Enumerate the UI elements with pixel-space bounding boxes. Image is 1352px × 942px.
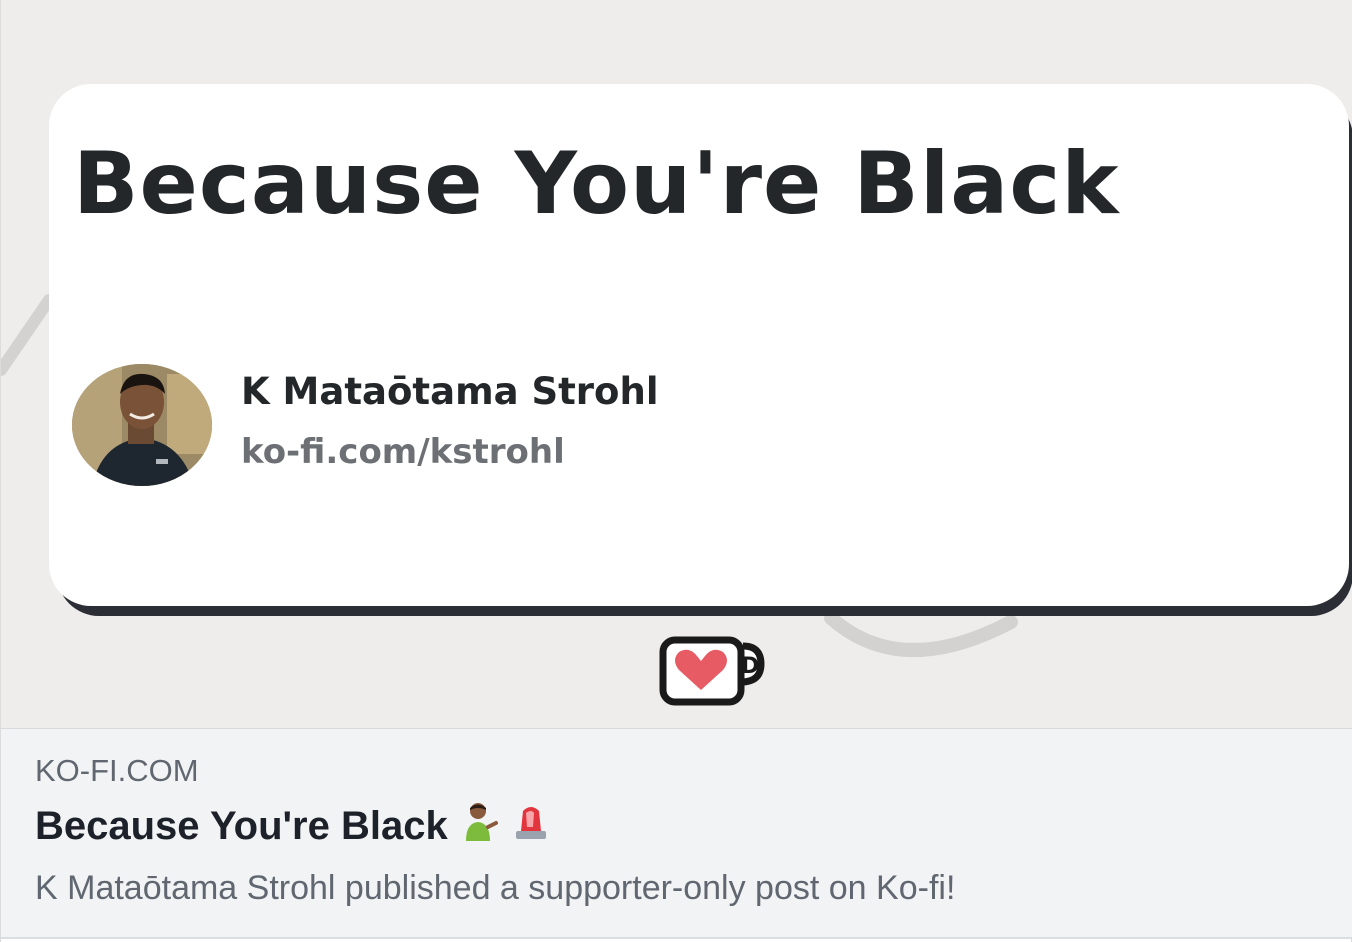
link-title-text: Because You're Black [35,803,448,848]
link-description: K Mataōtama Strohl published a supporter… [35,869,956,907]
link-title[interactable]: Because You're Black [35,801,550,851]
link-meta[interactable]: KO-FI.COM Because You're Black K Mataōta… [1,729,1352,939]
link-domain: KO-FI.COM [35,753,199,788]
police-light-emoji [512,801,550,851]
man-tipping-hand-emoji [460,801,500,851]
preview-image[interactable]: Because You're Black K Mataōtama Strohl … [1,0,1352,729]
author-avatar [72,364,212,486]
card-title: Because You're Black [73,134,1120,234]
author-url: ko-fi.com/kstrohl [241,432,565,472]
kofi-cup-heart-icon: D [659,636,765,706]
author-name: K Mataōtama Strohl [241,370,659,413]
link-preview-card[interactable]: Because You're Black K Mataōtama Strohl … [0,0,1352,942]
